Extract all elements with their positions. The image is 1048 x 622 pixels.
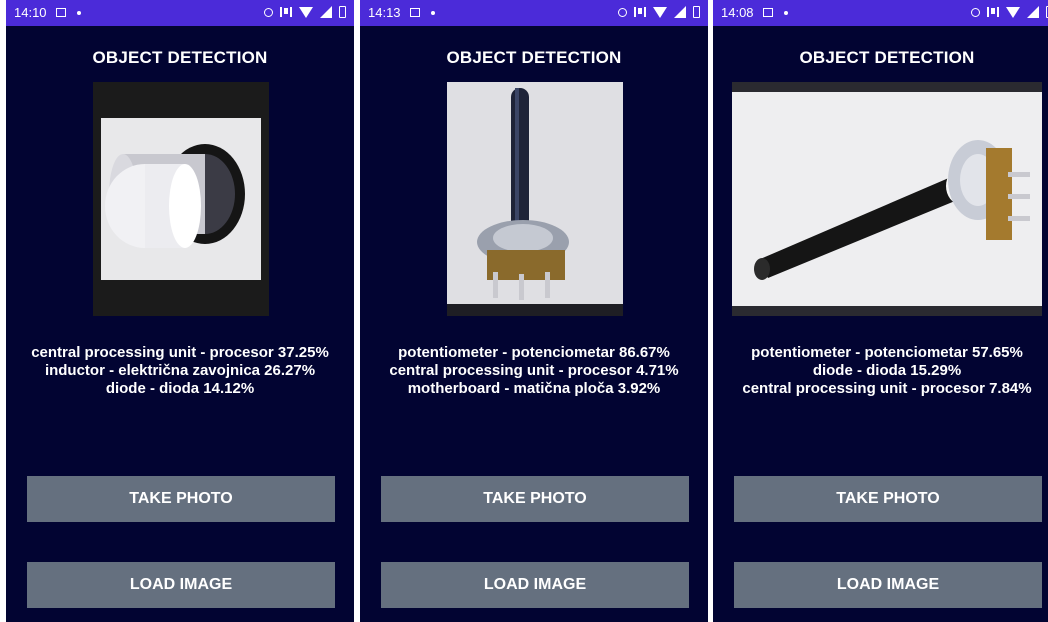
result-line: central processing unit - procesor 7.84% [742, 380, 1032, 397]
detected-image [732, 82, 1042, 316]
load-image-button[interactable]: LOAD IMAGE [734, 562, 1042, 608]
status-time: 14:10 [14, 5, 47, 20]
result-line: diode - dioda 14.12% [105, 380, 255, 397]
battery-icon [339, 6, 346, 18]
status-bar: 14:08 [713, 0, 1048, 26]
load-image-button[interactable]: LOAD IMAGE [381, 562, 689, 608]
signal-icon [674, 6, 686, 18]
phone-screen-3: 14:08 OBJECT DETECTION potentiometer - p… [713, 0, 1048, 622]
data-saver-icon [618, 7, 627, 17]
signal-icon [1027, 6, 1039, 18]
dot-icon [784, 11, 788, 15]
battery-icon [693, 6, 700, 18]
result-line: inductor - električna zavojnica 26.27% [44, 362, 316, 379]
detection-results: central processing unit - procesor 37.25… [6, 344, 354, 398]
result-line: potentiometer - potenciometar 86.67% [398, 344, 670, 361]
page-title: OBJECT DETECTION [446, 48, 622, 67]
status-icons [971, 6, 1048, 18]
result-line: diode - dioda 15.29% [812, 362, 962, 379]
vibrate-icon [280, 7, 292, 17]
vibrate-icon [987, 7, 999, 17]
detection-results: potentiometer - potenciometar 57.65% dio… [713, 344, 1048, 398]
phone-screen-2: 14:13 OBJECT DETECTION potentiometer - p [360, 0, 708, 622]
wifi-icon [1006, 6, 1020, 18]
take-photo-button[interactable]: TAKE PHOTO [27, 476, 335, 522]
result-line: central processing unit - procesor 37.25… [31, 344, 329, 361]
detection-results: potentiometer - potenciometar 86.67% cen… [360, 344, 708, 398]
signal-icon [320, 6, 332, 18]
wifi-icon [653, 6, 667, 18]
status-bar: 14:10 [6, 0, 354, 26]
result-line: central processing unit - procesor 4.71% [389, 362, 679, 379]
status-bar: 14:13 [360, 0, 708, 26]
result-line: motherboard - matična ploča 3.92% [407, 380, 661, 397]
image-notification-icon [763, 8, 773, 17]
load-image-button[interactable]: LOAD IMAGE [27, 562, 335, 608]
data-saver-icon [971, 7, 980, 17]
take-photo-button[interactable]: TAKE PHOTO [734, 476, 1042, 522]
page-title: OBJECT DETECTION [92, 48, 268, 67]
dot-icon [77, 11, 81, 15]
status-icons [264, 6, 346, 18]
image-notification-icon [410, 8, 420, 17]
dot-icon [431, 11, 435, 15]
result-line: potentiometer - potenciometar 57.65% [751, 344, 1023, 361]
status-icons [618, 6, 700, 18]
take-photo-button[interactable]: TAKE PHOTO [381, 476, 689, 522]
page-title: OBJECT DETECTION [799, 48, 975, 67]
wifi-icon [299, 6, 313, 18]
vibrate-icon [634, 7, 646, 17]
detected-image [447, 82, 623, 316]
data-saver-icon [264, 7, 273, 17]
status-time: 14:08 [721, 5, 754, 20]
phone-screen-1: 14:10 OBJECT DETECTION central processin… [6, 0, 354, 622]
status-time: 14:13 [368, 5, 401, 20]
image-notification-icon [56, 8, 66, 17]
detected-image [93, 82, 269, 316]
